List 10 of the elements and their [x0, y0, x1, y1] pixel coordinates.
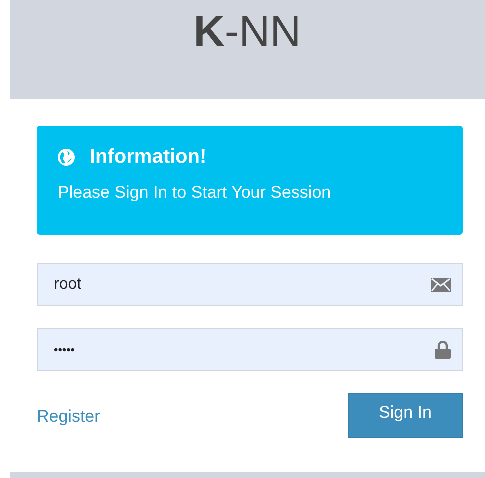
- username-field[interactable]: root: [37, 263, 463, 306]
- register-link[interactable]: Register: [37, 407, 100, 427]
- envelope-icon: [431, 278, 451, 292]
- password-field[interactable]: •••••: [37, 328, 463, 371]
- app-title: K-NN: [194, 7, 302, 58]
- alert-message: Please Sign In to Start Your Session: [58, 183, 332, 203]
- globe-icon: [58, 149, 75, 166]
- sign-in-button[interactable]: Sign In: [348, 393, 463, 438]
- alert-title: Information!: [90, 146, 207, 169]
- lock-icon: [435, 340, 451, 358]
